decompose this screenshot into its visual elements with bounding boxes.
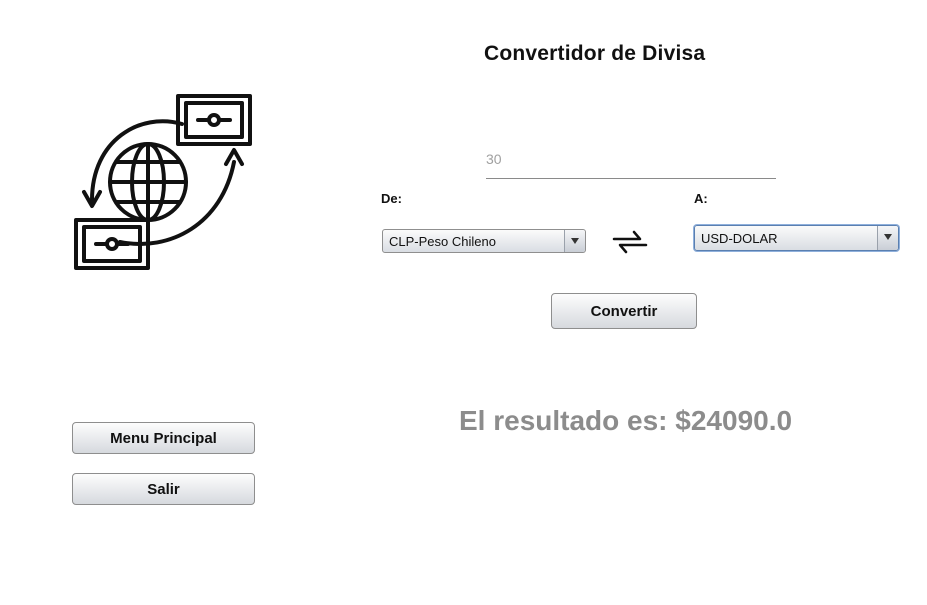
from-currency-value: CLP-Peso Chileno [389,234,496,249]
to-currency-select[interactable]: USD-DOLAR [694,225,899,251]
amount-input[interactable] [486,140,776,179]
convert-button[interactable]: Convertir [551,293,697,329]
to-currency-label: A: [694,191,708,206]
currency-exchange-globe-icon [74,94,252,270]
chevron-down-icon[interactable] [877,226,898,250]
main-menu-button[interactable]: Menu Principal [72,422,255,454]
result-text: El resultado es: $24090.0 [459,405,793,436]
swap-arrows-icon[interactable] [610,227,650,257]
from-currency-label: De: [381,191,402,206]
page-title: Convertidor de Divisa [484,42,706,65]
from-currency-select[interactable]: CLP-Peso Chileno [382,229,586,253]
exit-button[interactable]: Salir [72,473,255,505]
chevron-down-icon[interactable] [564,230,585,252]
to-currency-value: USD-DOLAR [701,231,778,246]
